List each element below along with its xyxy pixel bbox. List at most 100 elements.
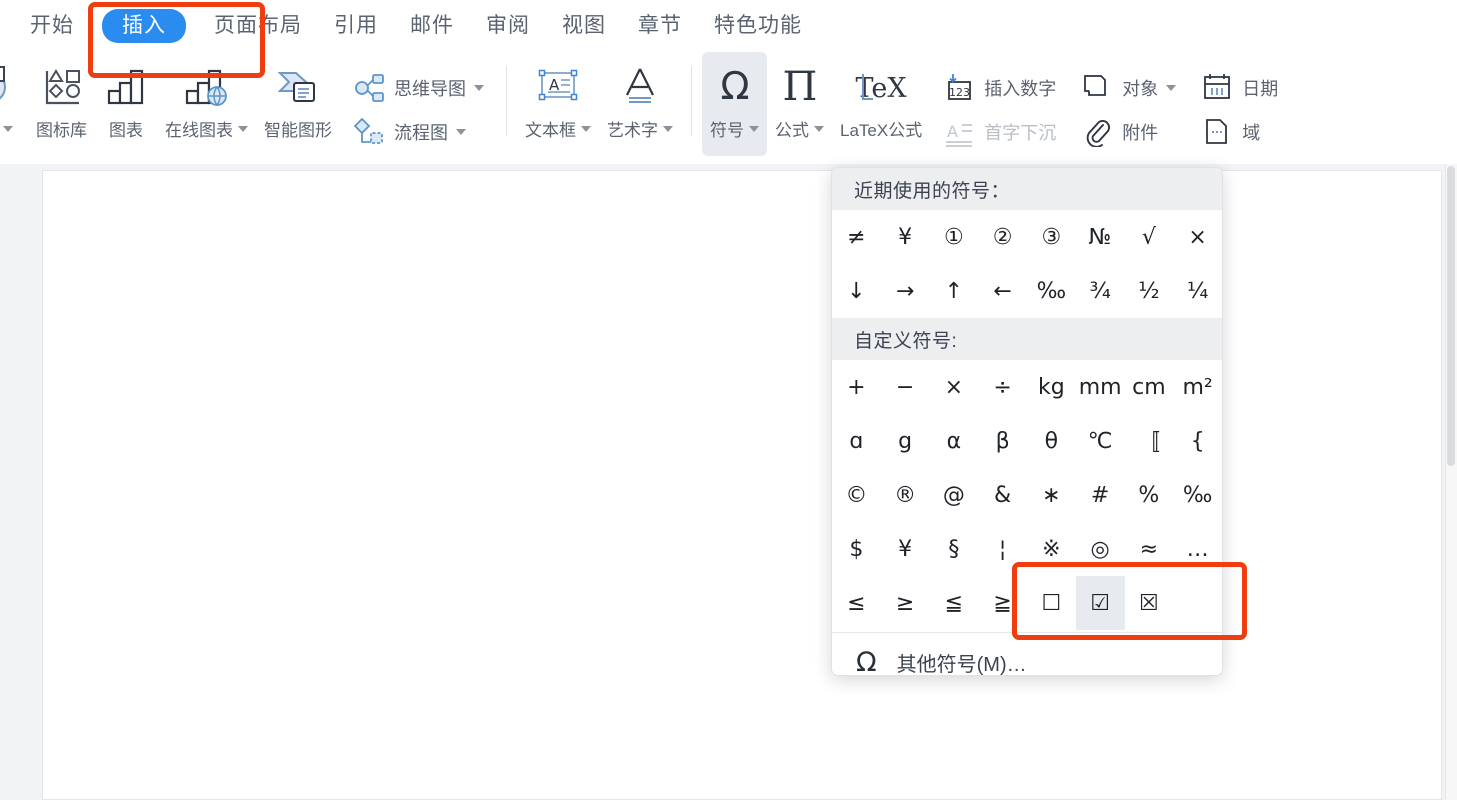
symbol-cell[interactable]: ®: [881, 468, 930, 522]
symbol-cell[interactable]: ©: [832, 468, 881, 522]
symbol-cell[interactable]: ※: [1027, 522, 1076, 576]
tab-insert[interactable]: 插入: [102, 9, 186, 43]
tab-references[interactable]: 引用: [318, 8, 394, 43]
symbol-cell[interactable]: ‰: [1173, 468, 1222, 522]
chevron-down-icon[interactable]: [1166, 85, 1177, 91]
symbol-cell[interactable]: ×: [930, 360, 979, 414]
symbol-cell[interactable]: №: [1076, 210, 1125, 264]
date-button[interactable]: 日期: [1194, 69, 1284, 107]
symbol-cell[interactable]: ∗: [1027, 468, 1076, 522]
icon-library-button[interactable]: 图标库: [28, 52, 95, 156]
symbol-cell[interactable]: β: [978, 414, 1027, 468]
symbol-cell[interactable]: ¾: [1076, 264, 1125, 318]
symbol-cell[interactable]: θ: [1027, 414, 1076, 468]
symbol-cell[interactable]: ≥: [881, 576, 930, 630]
symbol-cell[interactable]: kg: [1027, 360, 1076, 414]
symbol-cell[interactable]: ≧: [978, 576, 1027, 630]
symbol-cell[interactable]: #: [1076, 468, 1125, 522]
document-page[interactable]: [42, 170, 1442, 800]
symbol-cell[interactable]: ≦: [930, 576, 979, 630]
drop-cap-button[interactable]: A 首字下沉: [936, 113, 1062, 151]
shapes-button[interactable]: 状: [0, 52, 28, 156]
symbol-cell[interactable]: m²: [1173, 360, 1222, 414]
formula-button[interactable]: Π 公式: [767, 52, 832, 156]
chevron-down-icon[interactable]: [814, 125, 824, 132]
symbol-cell[interactable]: mm: [1076, 360, 1125, 414]
tab-review[interactable]: 审阅: [470, 8, 546, 43]
symbol-cell[interactable]: ¦: [978, 522, 1027, 576]
symbol-cell[interactable]: ×: [1173, 210, 1222, 264]
symbol-cell[interactable]: √: [1125, 210, 1174, 264]
wordart-button[interactable]: 艺术字: [599, 52, 681, 156]
chevron-down-icon[interactable]: [749, 125, 759, 132]
object-button[interactable]: 对象: [1074, 69, 1182, 107]
smart-shape-button[interactable]: 智能图形: [256, 52, 340, 156]
symbol-cell[interactable]: α: [930, 414, 979, 468]
chevron-down-icon[interactable]: [581, 125, 591, 132]
vertical-scrollbar[interactable]: [1445, 164, 1457, 800]
flowchart-button[interactable]: 流程图: [346, 113, 490, 151]
object-icon: [1080, 72, 1114, 104]
symbol-cell[interactable]: §: [930, 522, 979, 576]
mindmap-button[interactable]: 思维导图: [346, 69, 490, 107]
symbol-cell[interactable]: −: [881, 360, 930, 414]
symbol-cell[interactable]: ¥: [881, 210, 930, 264]
symbol-cell[interactable]: ½: [1125, 264, 1174, 318]
symbol-cell-empty[interactable]: [1173, 576, 1222, 630]
symbol-cell[interactable]: ≈: [1125, 522, 1174, 576]
scrollbar-thumb[interactable]: [1447, 166, 1455, 466]
tab-mailings[interactable]: 邮件: [394, 8, 470, 43]
chevron-down-icon[interactable]: [663, 125, 673, 132]
symbol-button[interactable]: Ω 符号: [702, 52, 767, 156]
chevron-down-icon[interactable]: [238, 125, 248, 132]
symbol-cell[interactable]: ③: [1027, 210, 1076, 264]
symbol-cell[interactable]: ◎: [1076, 522, 1125, 576]
symbol-cell[interactable]: @: [930, 468, 979, 522]
symbol-cell[interactable]: ɑ: [832, 414, 881, 468]
symbol-cell[interactable]: ¼: [1173, 264, 1222, 318]
symbol-cell[interactable]: →: [881, 264, 930, 318]
tab-special-features[interactable]: 特色功能: [698, 8, 818, 43]
symbol-cell[interactable]: {: [1173, 414, 1222, 468]
field-button[interactable]: 域: [1194, 113, 1284, 151]
tab-start[interactable]: 开始: [0, 8, 90, 43]
symbol-cell[interactable]: ☐: [1027, 576, 1076, 630]
online-chart-label: 在线图表: [165, 116, 248, 141]
ribbon-separator: [506, 66, 507, 136]
symbol-cell[interactable]: ↓: [832, 264, 881, 318]
symbol-cell[interactable]: ↑: [930, 264, 979, 318]
symbol-cell[interactable]: &: [978, 468, 1027, 522]
symbol-cell[interactable]: %: [1125, 468, 1174, 522]
symbol-cell[interactable]: ②: [978, 210, 1027, 264]
tab-view[interactable]: 视图: [546, 8, 622, 43]
attachment-label: 附件: [1122, 123, 1159, 143]
symbol-cell[interactable]: ¥: [881, 522, 930, 576]
tab-page-layout[interactable]: 页面布局: [198, 8, 318, 43]
chevron-down-icon[interactable]: [456, 129, 466, 135]
symbol-cell[interactable]: +: [832, 360, 881, 414]
symbol-cell[interactable]: g: [881, 414, 930, 468]
symbol-cell[interactable]: $: [832, 522, 881, 576]
chevron-down-icon[interactable]: [3, 125, 13, 132]
latex-formula-button[interactable]: TeX LaTeX公式: [832, 52, 930, 156]
symbol-cell[interactable]: ≠: [832, 210, 881, 264]
symbol-cell[interactable]: 〚: [1125, 414, 1174, 468]
symbol-cell[interactable]: …: [1173, 522, 1222, 576]
chevron-down-icon[interactable]: [474, 85, 484, 91]
insert-number-button[interactable]: 123 插入数字: [936, 69, 1062, 107]
attachment-button[interactable]: 附件: [1074, 113, 1182, 151]
symbol-cell[interactable]: ≤: [832, 576, 881, 630]
symbol-cell[interactable]: ÷: [978, 360, 1027, 414]
symbol-cell[interactable]: ←: [978, 264, 1027, 318]
online-chart-button[interactable]: 在线图表: [157, 52, 256, 156]
symbol-cell-checked-box[interactable]: ☑: [1075, 576, 1125, 630]
symbol-cell[interactable]: ‰: [1027, 264, 1076, 318]
symbol-cell[interactable]: cm: [1125, 360, 1174, 414]
more-symbols-menu-item[interactable]: Ω 其他符号(M)…: [832, 633, 1222, 676]
symbol-cell[interactable]: ①: [930, 210, 979, 264]
chart-button[interactable]: 图表: [95, 52, 157, 156]
symbol-cell-crossed-box[interactable]: ☒: [1125, 576, 1174, 630]
tab-sections[interactable]: 章节: [622, 8, 698, 43]
textbox-button[interactable]: A 文本框: [517, 52, 599, 156]
symbol-cell[interactable]: ℃: [1076, 414, 1125, 468]
